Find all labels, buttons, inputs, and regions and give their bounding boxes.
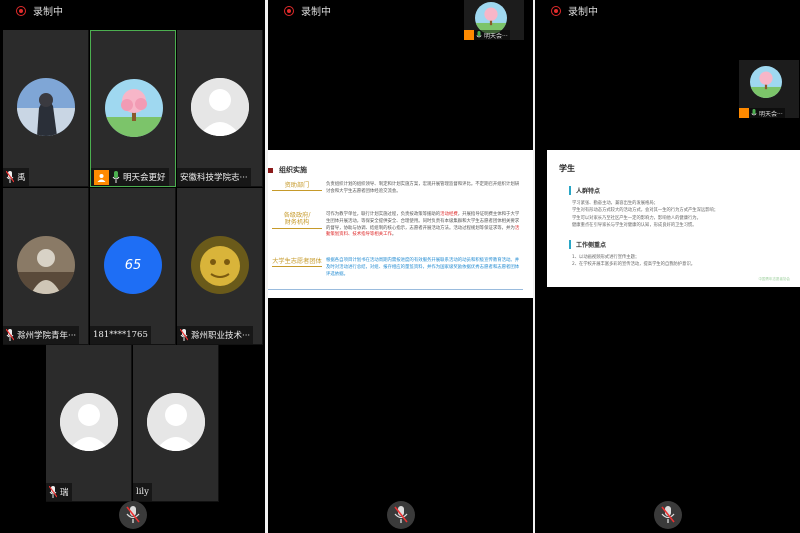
floating-video-window[interactable]: 明天会···	[739, 60, 799, 118]
record-icon	[284, 5, 294, 16]
avatar	[17, 78, 75, 136]
video-label: 明天会···	[464, 30, 510, 40]
mic-muted-icon	[180, 329, 188, 341]
default-avatar-icon	[147, 393, 205, 451]
mic-active-icon	[112, 171, 120, 183]
mute-toggle-button[interactable]	[118, 501, 147, 529]
floating-video-window[interactable]: 明天会···	[464, 0, 524, 40]
record-icon	[551, 5, 561, 16]
participant-name-bar: 禹	[3, 168, 29, 186]
avatar	[191, 236, 249, 294]
recording-label: 录制中	[301, 7, 331, 18]
slide-title: 组织实施	[268, 165, 307, 175]
mic-muted-icon	[6, 171, 14, 183]
bullet-list: 学习紧张、勤奋主动，兼容出生的发展格局； 学生对有形动态方式较大的活动方式，会对…	[572, 201, 719, 228]
numbered-list: 1、以动画视频形式进行宣传主题； 2、在学校开展丰富多彩的宣传活动，提高学生的自…	[572, 255, 696, 268]
org-row: 资助部门 负责组织计划的组织领导、制定和计划实施方案，宏观开展管理监督和评比。不…	[272, 182, 522, 196]
org-row: 大学生志愿者团体 根据各自项目计划书在活动周期内需按进度的有效服务开展联系活动的…	[272, 258, 520, 277]
host-badge-icon	[464, 30, 474, 40]
mic-muted-icon	[393, 506, 408, 523]
avatar	[105, 79, 163, 137]
mic-muted-icon	[49, 486, 57, 498]
slide-footer: 中国青年志愿者协会	[758, 277, 791, 281]
participant-name-bar: 安徽科技学院志···	[177, 168, 251, 186]
mic-active-icon	[476, 30, 482, 37]
record-icon	[16, 5, 26, 16]
section-heading: 工作侧重点	[569, 240, 606, 249]
slide-title: 学生	[559, 164, 575, 173]
mic-muted-icon	[6, 329, 14, 341]
participant-tile[interactable]: 滁州学院青年···	[3, 188, 89, 345]
mic-active-icon	[751, 108, 757, 115]
participant-tile[interactable]: 安徽科技学院志···	[177, 30, 263, 187]
mute-toggle-button[interactable]	[386, 501, 415, 529]
host-badge-icon	[739, 108, 749, 118]
recording-indicator: 录制中	[16, 3, 63, 18]
mute-toggle-button[interactable]	[653, 501, 682, 529]
number-avatar: 65	[104, 236, 162, 294]
screen-share-panel-2: 录制中 明天会··· 学生 人群特点 学习紧张、勤奋主动，兼容出生的发展格局； …	[535, 0, 800, 533]
recording-indicator: 录制中	[551, 3, 598, 18]
mic-muted-icon	[660, 506, 675, 523]
recording-indicator: 录制中	[284, 3, 331, 18]
shared-slide: 组织实施 资助部门 负责组织计划的组织领导、制定和计划实施方案，宏观开展管理监督…	[268, 150, 533, 298]
default-avatar-icon	[191, 78, 249, 136]
gallery-panel: 录制中 禹 明天会更好 安徽科技学院志··· 滁州学院青年··· 65 181*…	[0, 0, 265, 533]
default-avatar-icon	[60, 393, 118, 451]
participant-tile[interactable]: 瑞	[46, 345, 132, 502]
host-badge-icon	[94, 169, 109, 185]
video-label: 明天会···	[739, 108, 785, 118]
participant-tile[interactable]: 禹	[3, 30, 89, 187]
participant-name-bar: 滁州学院青年···	[3, 326, 80, 344]
participant-tile[interactable]: lily	[133, 345, 219, 502]
screen-share-panel-1: 录制中 明天会··· 组织实施 资助部门 负责组织计划的组织领导、制定和计划实施…	[268, 0, 533, 533]
org-row: 各级政府/ 财务机构 可作为教学单位，联行计划实施过程，负责按政策等援助的活动经…	[272, 212, 522, 239]
shared-slide: 学生 人群特点 学习紧张、勤奋主动，兼容出生的发展格局； 学生对有形动态方式较大…	[547, 150, 800, 287]
recording-label: 录制中	[33, 7, 63, 18]
participant-name-bar: 明天会更好	[91, 168, 169, 186]
avatar	[17, 236, 75, 294]
participant-tile[interactable]: 65 181****1765	[90, 188, 176, 345]
mic-muted-icon	[125, 506, 140, 523]
participant-tile[interactable]: 滁州职业技术···	[177, 188, 263, 345]
avatar	[750, 66, 782, 98]
divider	[268, 289, 523, 290]
participant-tile-speaking[interactable]: 明天会更好	[90, 30, 176, 187]
section-heading: 人群特点	[569, 186, 600, 195]
participant-name-bar: 瑞	[46, 483, 72, 501]
recording-label: 录制中	[568, 7, 598, 18]
participant-name-bar: lily	[133, 483, 152, 501]
participant-name-bar: 滁州职业技术···	[177, 326, 254, 344]
participant-name-bar: 181****1765	[90, 326, 151, 344]
